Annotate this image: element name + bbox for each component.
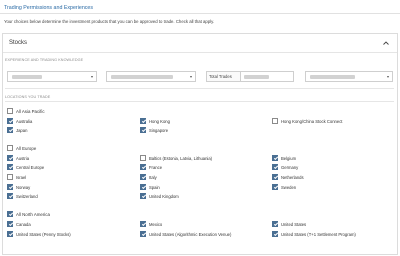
redacted-value xyxy=(111,75,173,79)
location-label: Mexico xyxy=(149,221,163,227)
title-divider xyxy=(0,13,400,14)
location-label: Australia xyxy=(16,118,33,124)
stocks-panel: Stocks xyxy=(2,33,398,255)
chevron-down-icon xyxy=(190,76,192,78)
page-title: Trading Permissions and Experiences xyxy=(4,5,94,11)
checkbox[interactable] xyxy=(7,231,13,237)
checkbox[interactable] xyxy=(272,155,278,161)
location-label: United Kingdom xyxy=(149,193,179,199)
checkbox[interactable] xyxy=(7,145,13,151)
checkbox[interactable] xyxy=(7,193,13,199)
location-label: United States (Penny Stocks) xyxy=(16,231,71,237)
location-label: Israel xyxy=(16,174,27,180)
checkbox[interactable] xyxy=(7,174,13,180)
redacted-value xyxy=(244,75,269,79)
region-label: All Asia Pacific xyxy=(16,108,45,114)
location-label: Hong Kong/China Stock Connect xyxy=(281,118,343,124)
total-trades-input[interactable] xyxy=(241,71,294,82)
location-label: Belgium xyxy=(281,155,297,161)
location-label: Baltics (Estonia, Latvia, Lithuania) xyxy=(149,155,213,161)
location-label: Spain xyxy=(149,184,160,190)
checkbox[interactable] xyxy=(7,164,13,170)
location-label: Netherlands xyxy=(281,174,304,180)
checkbox[interactable] xyxy=(7,221,13,227)
checkbox[interactable] xyxy=(140,221,146,227)
knowledge-level-select[interactable] xyxy=(305,71,393,82)
location-label: Singapore xyxy=(149,127,169,133)
checkbox[interactable] xyxy=(140,164,146,170)
trades-per-year-select[interactable] xyxy=(106,71,196,82)
location-label: Switzerland xyxy=(16,193,38,199)
checkbox[interactable] xyxy=(7,127,13,133)
experience-section-label: EXPERIENCE AND TRADING KNOWLEDGE xyxy=(5,58,84,62)
location-label: Italy xyxy=(149,174,157,180)
checkbox[interactable] xyxy=(7,108,13,114)
checkbox[interactable] xyxy=(272,221,278,227)
checkbox[interactable] xyxy=(140,174,146,180)
checkbox[interactable] xyxy=(272,231,278,237)
checkbox[interactable] xyxy=(272,174,278,180)
location-label: Japan xyxy=(16,127,28,133)
chevron-up-icon[interactable] xyxy=(382,39,390,47)
chevron-down-icon xyxy=(387,76,389,78)
panel-title: Stocks xyxy=(9,39,28,46)
section-divider xyxy=(5,101,394,102)
checkbox[interactable] xyxy=(7,184,13,190)
checkbox[interactable] xyxy=(272,164,278,170)
checkbox[interactable] xyxy=(272,118,278,124)
checkbox[interactable] xyxy=(7,118,13,124)
years-trading-select[interactable] xyxy=(7,71,97,82)
region-label: All North America xyxy=(16,211,50,217)
location-label: Hong Kong xyxy=(149,118,170,124)
intro-text: Your choices below determine the investm… xyxy=(4,19,215,24)
checkbox[interactable] xyxy=(7,211,13,217)
stocks-panel-header[interactable]: Stocks xyxy=(3,34,397,53)
location-label: Norway xyxy=(16,184,31,190)
location-label: France xyxy=(149,164,163,170)
checkbox[interactable] xyxy=(140,118,146,124)
location-label: Germany xyxy=(281,164,299,170)
location-label: Canada xyxy=(16,221,31,227)
checkbox[interactable] xyxy=(140,231,146,237)
location-label: United States xyxy=(281,221,307,227)
location-label: Central Europe xyxy=(16,164,45,170)
location-label: Austria xyxy=(16,155,30,161)
location-label: Sweden xyxy=(281,184,297,190)
checkbox[interactable] xyxy=(140,155,146,161)
region-label: All Europe xyxy=(16,145,37,151)
checkbox[interactable] xyxy=(140,184,146,190)
section-divider xyxy=(5,88,394,89)
checkbox[interactable] xyxy=(272,184,278,190)
checkbox[interactable] xyxy=(7,155,13,161)
chevron-down-icon xyxy=(91,76,93,78)
checkbox[interactable] xyxy=(140,193,146,199)
location-label: United States (T+1 Settlement Program) xyxy=(281,231,356,237)
total-trades-label: Total Trades xyxy=(206,71,241,82)
locations-section-label: LOCATIONS YOU TRADE xyxy=(5,95,51,99)
redacted-value xyxy=(12,75,42,79)
location-label: United States (Algorithmic Execution Ven… xyxy=(149,231,232,237)
redacted-value xyxy=(310,75,355,79)
checkbox[interactable] xyxy=(140,127,146,133)
